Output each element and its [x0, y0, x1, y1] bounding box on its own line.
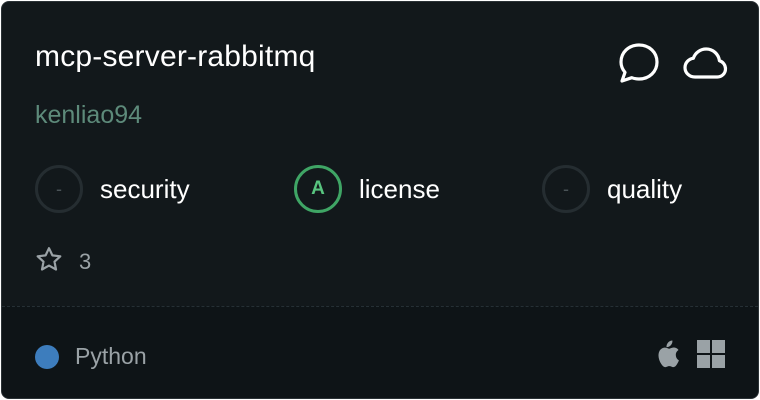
server-card[interactable]: mcp-server-rabbitmq kenliao94 - security… [1, 1, 759, 399]
platform-icons [656, 340, 725, 373]
security-label: security [100, 173, 190, 204]
windows-icon [697, 340, 725, 373]
cloud-icon[interactable] [682, 40, 728, 86]
star-icon [35, 246, 63, 278]
top-icons [616, 40, 728, 86]
server-title[interactable]: mcp-server-rabbitmq [35, 40, 316, 74]
author-link[interactable]: kenliao94 [35, 101, 142, 130]
language-dot [35, 344, 59, 369]
stars[interactable]: 3 [35, 246, 91, 278]
license-label: license [359, 173, 440, 204]
quality-badge: - [542, 165, 590, 213]
license-score[interactable]: A license [294, 165, 440, 213]
card-footer: Python [2, 306, 758, 398]
score-row: - security A license - quality [35, 165, 725, 213]
chat-bubble-icon[interactable] [616, 40, 662, 86]
language-name: Python [75, 343, 147, 369]
quality-score[interactable]: - quality [542, 165, 682, 213]
quality-label: quality [607, 173, 683, 204]
language: Python [35, 343, 147, 370]
license-badge: A [294, 165, 342, 213]
star-count: 3 [79, 249, 92, 274]
security-badge: - [35, 165, 83, 213]
apple-icon [656, 340, 680, 373]
security-score[interactable]: - security [35, 165, 190, 213]
